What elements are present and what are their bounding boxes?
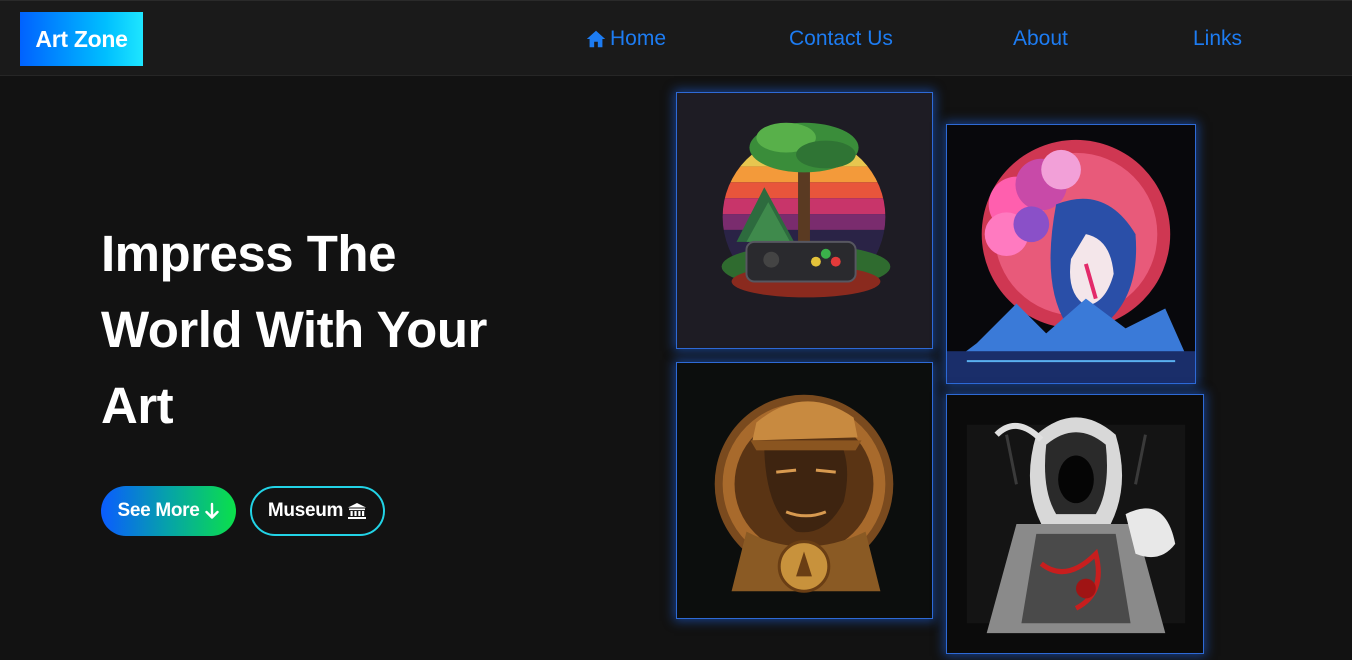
museum-button[interactable]: Museum bbox=[250, 486, 385, 536]
nav-link-about[interactable]: About bbox=[1013, 27, 1068, 51]
hero-headline: Impress The World With Your Art bbox=[101, 216, 571, 444]
home-icon bbox=[586, 30, 606, 48]
nav-link-links-label: Links bbox=[1193, 27, 1243, 50]
nav-link-about-label: About bbox=[1013, 27, 1068, 50]
museum-icon bbox=[348, 503, 367, 519]
hero-headline-line-3: Art bbox=[101, 377, 174, 434]
nav-link-contact[interactable]: Contact Us bbox=[789, 27, 893, 51]
nav-link-home[interactable]: Home bbox=[585, 27, 666, 51]
hero-headline-line-1: Impress The bbox=[101, 225, 396, 282]
gallery-image-geisha bbox=[946, 124, 1196, 384]
gallery-image-hooded-figure bbox=[946, 394, 1204, 654]
navbar: Art Zone Home Contact Us About Links bbox=[0, 0, 1352, 76]
logo-link[interactable]: Art Zone bbox=[20, 12, 143, 66]
museum-label: Museum bbox=[267, 500, 344, 521]
gallery-image-tree-controller bbox=[676, 92, 933, 349]
arrow-down-icon bbox=[204, 502, 219, 519]
hero-headline-line-2: World With Your bbox=[101, 301, 487, 358]
see-more-button[interactable]: See More bbox=[101, 486, 236, 536]
nav-link-contact-label: Contact Us bbox=[789, 27, 893, 50]
nav-link-home-label: Home bbox=[610, 27, 667, 50]
gallery-image-golden-portrait bbox=[676, 362, 933, 619]
nav-link-links[interactable]: Links bbox=[1193, 27, 1242, 51]
see-more-label: See More bbox=[117, 500, 200, 521]
